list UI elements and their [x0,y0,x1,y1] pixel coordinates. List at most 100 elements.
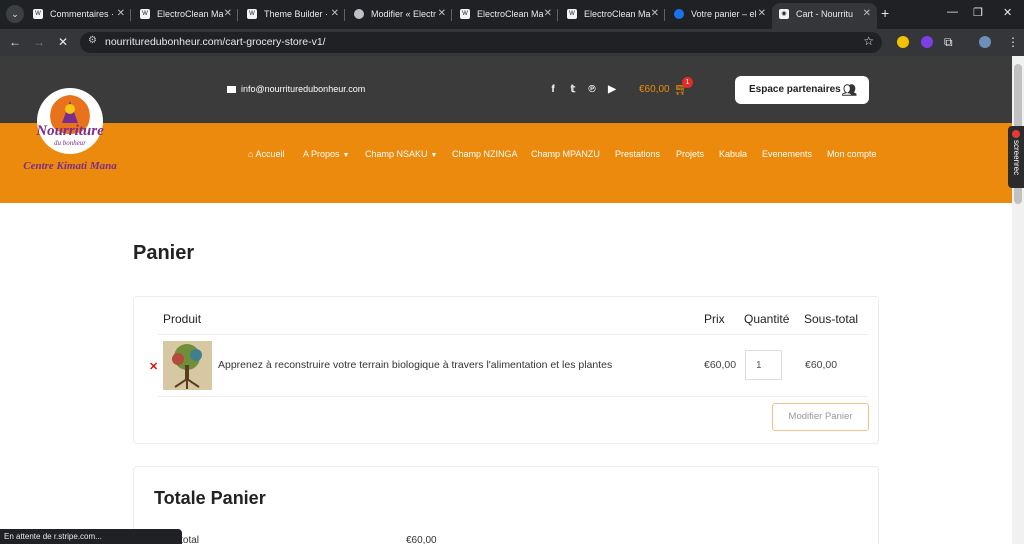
more-menu-icon[interactable]: ⋮ [1007,34,1019,50]
site-logo[interactable]: Nourriture du bonheur Centre Kimati Mana [18,83,123,193]
browser-tab[interactable]: W ElectroClean Ma ✕ [133,3,238,29]
forward-arrow-icon[interactable]: → [33,34,45,50]
tab-title: ElectroClean Ma [157,9,224,19]
profile-avatar[interactable] [979,36,991,48]
url-text[interactable]: nourrituredubonheur.com/cart-grocery-sto… [105,36,326,48]
restore-icon[interactable]: ❐ [973,6,983,19]
header-subtotal: Sous-total [804,312,859,326]
users-group-icon: 👥︎ [841,83,857,97]
extension-icon[interactable] [897,36,909,48]
tab-close-icon[interactable]: ✕ [758,3,766,25]
tab-title: Votre panier – el [691,9,757,19]
browser-tab-active[interactable]: ◉ Cart - Nourritu ✕ [772,3,877,29]
wp-favicon-icon: W [140,9,150,19]
logo-line3: Centre Kimati Mana [23,160,117,172]
tab-title: ElectroClean Ma [477,9,544,19]
screenrec-label: screenrec [1012,140,1021,176]
header-product: Produit [163,312,202,326]
divider [158,334,868,335]
wp-favicon-icon: W [567,9,577,19]
browser-tab[interactable]: Modifier « Electr ✕ [347,3,452,29]
cart-table: Produit Prix Quantité Sous-total ✕ Appre… [133,296,879,444]
address-bar[interactable]: ⚙ nourrituredubonheur.com/cart-grocery-s… [80,32,882,53]
nav-item-prestations[interactable]: Prestations [615,149,660,159]
nav-item-accueil[interactable]: ⌂ Accueil [248,149,284,159]
browser-tab[interactable]: Votre panier – el ✕ [667,3,772,29]
youtube-icon[interactable]: ▶ [606,84,618,95]
email-text: info@nourrituredubonheur.com [241,84,366,94]
nav-item-projets[interactable]: Projets [676,149,704,159]
tab-close-icon[interactable]: ✕ [224,3,232,25]
header-price: Prix [704,312,725,326]
pinterest-icon[interactable]: ℗ [586,84,598,95]
tab-title: Modifier « Electr [371,9,437,19]
tab-search-chevron-icon[interactable]: ⌄ [6,5,24,23]
logo-line2: du bonheur [54,139,86,147]
caret-down-icon: ▼ [430,152,438,159]
tab-title: Commentaires · [50,9,115,19]
nav-item-mon-compte[interactable]: Mon compte [827,149,877,159]
main-navigation: ⌂ Accueil A Propos ▼ Champ NSAKU ▼ Champ N… [0,123,1012,203]
extensions-puzzle-icon[interactable]: ⧉ [944,34,953,50]
partners-label: Espace partenaires [749,84,841,95]
site-favicon-icon: ◉ [779,9,789,19]
browser-tab[interactable]: W Theme Builder · ✕ [240,3,345,29]
email-link[interactable]: info@nourrituredubonheur.com [227,84,365,94]
logo-line1: Nourriture [35,123,104,139]
tab-title: ElectroClean Ma [584,9,651,19]
site-info-icon[interactable]: ⚙ [88,35,97,46]
new-tab-icon[interactable]: + [881,5,889,21]
header-cart-total[interactable]: €60,00 [639,84,670,95]
facebook-icon[interactable]: f [547,84,559,95]
browser-tab-strip: ⌄ W Commentaires · ✕ W ElectroClean Ma ✕… [0,0,1024,29]
partners-button[interactable]: Espace partenaires 👥︎ [735,76,869,104]
page-content: Panier Produit Prix Quantité Sous-total … [0,203,1012,544]
header-quantity: Quantité [744,312,790,326]
wp-favicon-icon: W [460,9,470,19]
cart-totals: Totale Panier Sous-total €60,00 [133,466,879,544]
extension-icon[interactable] [921,36,933,48]
totals-title: Totale Panier [154,488,266,508]
browser-tab[interactable]: W Commentaires · ✕ [26,3,131,29]
browser-toolbar: ← → ✕ ⚙ nourrituredubonheur.com/cart-gro… [0,29,1024,79]
remove-item-icon[interactable]: ✕ [149,360,158,373]
update-cart-button[interactable]: Modifier Panier [772,403,869,431]
product-thumbnail[interactable] [163,341,212,390]
divider [158,396,868,397]
wp-favicon-icon: W [33,9,43,19]
browser-tab[interactable]: W ElectroClean Ma ✕ [453,3,558,29]
nav-item-a-propos[interactable]: A Propos ▼ [303,149,349,159]
tab-close-icon[interactable]: ✕ [438,3,446,25]
tab-close-icon[interactable]: ✕ [651,3,659,25]
page-title: Panier [133,242,195,264]
window-close-icon[interactable]: ✕ [1003,6,1012,19]
totals-subtotal-value: €60,00 [406,535,437,544]
nav-item-evenements[interactable]: Evenements [762,149,812,159]
tab-title: Cart - Nourritu [796,9,854,19]
tab-title: Theme Builder · [264,9,329,19]
tab-close-icon[interactable]: ✕ [544,3,552,25]
stop-loading-icon[interactable]: ✕ [58,34,68,50]
minimize-icon[interactable]: — [947,6,958,18]
tab-close-icon[interactable]: ✕ [117,3,125,25]
nav-item-kabula[interactable]: Kabula [719,149,747,159]
shield-icon [674,9,684,19]
bookmark-star-icon[interactable]: ☆ [863,34,874,48]
nav-item-champ-mpanzu[interactable]: Champ MPANZU [531,149,600,159]
product-price: €60,00 [704,359,737,371]
nav-item-champ-nzinga[interactable]: Champ NZINGA [452,149,518,159]
wp-favicon-icon: W [247,9,257,19]
browser-tab[interactable]: W ElectroClean Ma ✕ [560,3,665,29]
product-name-link[interactable]: Apprenez à reconstruire votre terrain bi… [218,359,612,371]
nav-item-champ-nsaku[interactable]: Champ NSAKU ▼ [365,149,437,159]
caret-down-icon: ▼ [342,152,350,159]
twitter-icon[interactable]: 𝕥 [567,84,579,95]
quantity-input[interactable]: 1 [745,350,782,380]
browser-status-bar: En attente de r.stripe.com... [0,529,182,544]
tab-close-icon[interactable]: ✕ [863,3,871,25]
globe-icon [354,9,364,19]
tab-close-icon[interactable]: ✕ [331,3,339,25]
screenrec-widget[interactable]: screenrec [1008,126,1024,188]
nav-label: A Propos [303,149,340,159]
back-arrow-icon[interactable]: ← [9,34,21,50]
